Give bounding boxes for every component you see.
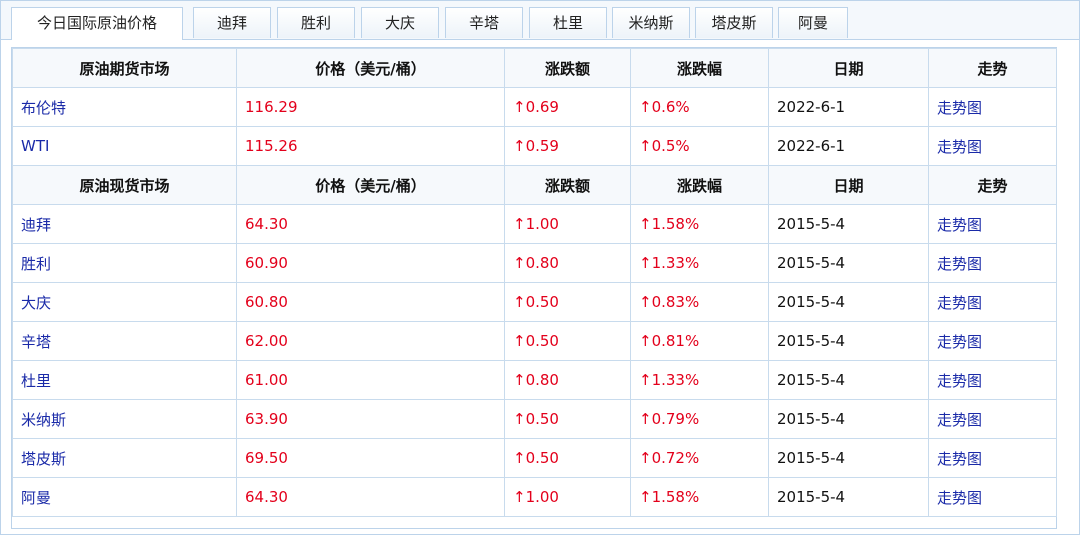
pct-cell: ↑1.33% bbox=[630, 243, 769, 283]
table-row: 阿曼 64.30 ↑1.00 ↑1.58% 2015-5-4 走势图 bbox=[12, 477, 1057, 517]
futures-change-header: 涨跌额 bbox=[504, 48, 631, 88]
pct-cell: ↑1.58% bbox=[630, 204, 769, 244]
date-cell: 2015-5-4 bbox=[768, 321, 929, 361]
pct-cell: ↑0.72% bbox=[630, 438, 769, 478]
trend-chart-link[interactable]: 走势图 bbox=[928, 87, 1057, 127]
market-name-link[interactable]: 胜利 bbox=[12, 243, 237, 283]
spot-change-header: 涨跌额 bbox=[504, 165, 631, 205]
tab-shengli[interactable]: 胜利 bbox=[277, 7, 355, 38]
futures-market-header: 原油期货市场 bbox=[12, 48, 237, 88]
table-row: 大庆 60.80 ↑0.50 ↑0.83% 2015-5-4 走势图 bbox=[12, 282, 1057, 322]
pct-cell: ↑0.5% bbox=[630, 126, 769, 166]
change-cell: ↑0.50 bbox=[504, 438, 631, 478]
tab-duli[interactable]: 杜里 bbox=[529, 7, 607, 38]
tab-minas[interactable]: 米纳斯 bbox=[612, 7, 690, 38]
tab-bar: 今日国际原油价格 迪拜 胜利 大庆 辛塔 杜里 米纳斯 塔皮斯 阿曼 bbox=[1, 1, 1079, 40]
market-name-link[interactable]: 布伦特 bbox=[12, 87, 237, 127]
futures-date-header: 日期 bbox=[768, 48, 929, 88]
table-row: 塔皮斯 69.50 ↑0.50 ↑0.72% 2015-5-4 走势图 bbox=[12, 438, 1057, 478]
futures-price-header: 价格（美元/桶） bbox=[236, 48, 505, 88]
market-name-link[interactable]: 阿曼 bbox=[12, 477, 237, 517]
price-cell: 115.26 bbox=[236, 126, 505, 166]
price-cell: 60.80 bbox=[236, 282, 505, 322]
price-cell: 63.90 bbox=[236, 399, 505, 439]
date-cell: 2015-5-4 bbox=[768, 360, 929, 400]
change-cell: ↑0.80 bbox=[504, 243, 631, 283]
price-cell: 64.30 bbox=[236, 204, 505, 244]
market-name-link[interactable]: 辛塔 bbox=[12, 321, 237, 361]
pct-cell: ↑0.6% bbox=[630, 87, 769, 127]
spot-date-header: 日期 bbox=[768, 165, 929, 205]
change-cell: ↑0.80 bbox=[504, 360, 631, 400]
date-cell: 2015-5-4 bbox=[768, 243, 929, 283]
trend-chart-link[interactable]: 走势图 bbox=[928, 243, 1057, 283]
tab-tapis[interactable]: 塔皮斯 bbox=[695, 7, 773, 38]
trend-chart-link[interactable]: 走势图 bbox=[928, 438, 1057, 478]
date-cell: 2022-6-1 bbox=[768, 126, 929, 166]
trend-chart-link[interactable]: 走势图 bbox=[928, 321, 1057, 361]
market-name-link[interactable]: 杜里 bbox=[12, 360, 237, 400]
table-row: 辛塔 62.00 ↑0.50 ↑0.81% 2015-5-4 走势图 bbox=[12, 321, 1057, 361]
pct-cell: ↑0.79% bbox=[630, 399, 769, 439]
change-cell: ↑0.50 bbox=[504, 321, 631, 361]
spot-trend-header: 走势 bbox=[928, 165, 1057, 205]
spot-price-header: 价格（美元/桶） bbox=[236, 165, 505, 205]
price-cell: 61.00 bbox=[236, 360, 505, 400]
price-cell: 60.90 bbox=[236, 243, 505, 283]
change-cell: ↑0.69 bbox=[504, 87, 631, 127]
table-row: 胜利 60.90 ↑0.80 ↑1.33% 2015-5-4 走势图 bbox=[12, 243, 1057, 283]
date-cell: 2015-5-4 bbox=[768, 438, 929, 478]
price-cell: 64.30 bbox=[236, 477, 505, 517]
trend-chart-link[interactable]: 走势图 bbox=[928, 399, 1057, 439]
trend-chart-link[interactable]: 走势图 bbox=[928, 204, 1057, 244]
date-cell: 2015-5-4 bbox=[768, 477, 929, 517]
futures-trend-header: 走势 bbox=[928, 48, 1057, 88]
change-cell: ↑1.00 bbox=[504, 477, 631, 517]
change-cell: ↑0.50 bbox=[504, 399, 631, 439]
date-cell: 2015-5-4 bbox=[768, 204, 929, 244]
trend-chart-link[interactable]: 走势图 bbox=[928, 477, 1057, 517]
futures-header-row: 原油期货市场 价格（美元/桶） 涨跌额 涨跌幅 日期 走势 bbox=[12, 48, 1057, 88]
tab-xinta[interactable]: 辛塔 bbox=[445, 7, 523, 38]
price-panel: 原油期货市场 价格（美元/桶） 涨跌额 涨跌幅 日期 走势 布伦特 116.29 ↑0.69 ↑0… bbox=[11, 47, 1057, 529]
spot-pct-header: 涨跌幅 bbox=[630, 165, 769, 205]
market-name-link[interactable]: 大庆 bbox=[12, 282, 237, 322]
futures-pct-header: 涨跌幅 bbox=[630, 48, 769, 88]
pct-cell: ↑1.33% bbox=[630, 360, 769, 400]
trend-chart-link[interactable]: 走势图 bbox=[928, 360, 1057, 400]
change-cell: ↑0.50 bbox=[504, 282, 631, 322]
table-row: 迪拜 64.30 ↑1.00 ↑1.58% 2015-5-4 走势图 bbox=[12, 204, 1057, 244]
market-name-link[interactable]: 米纳斯 bbox=[12, 399, 237, 439]
oil-price-widget: 今日国际原油价格 迪拜 胜利 大庆 辛塔 杜里 米纳斯 塔皮斯 阿曼 原油期货市… bbox=[0, 0, 1080, 535]
price-table: 原油期货市场 价格（美元/桶） 涨跌额 涨跌幅 日期 走势 布伦特 116.29 ↑0.69 ↑0… bbox=[12, 48, 1057, 517]
tab-today-oil-price[interactable]: 今日国际原油价格 bbox=[11, 7, 183, 40]
tab-dubai[interactable]: 迪拜 bbox=[193, 7, 271, 38]
market-name-link[interactable]: 迪拜 bbox=[12, 204, 237, 244]
tab-oman[interactable]: 阿曼 bbox=[778, 7, 848, 38]
price-cell: 62.00 bbox=[236, 321, 505, 361]
table-row: 布伦特 116.29 ↑0.69 ↑0.6% 2022-6-1 走势图 bbox=[12, 87, 1057, 127]
trend-chart-link[interactable]: 走势图 bbox=[928, 126, 1057, 166]
change-cell: ↑1.00 bbox=[504, 204, 631, 244]
date-cell: 2015-5-4 bbox=[768, 399, 929, 439]
pct-cell: ↑1.58% bbox=[630, 477, 769, 517]
tab-daqing[interactable]: 大庆 bbox=[361, 7, 439, 38]
price-cell: 69.50 bbox=[236, 438, 505, 478]
trend-chart-link[interactable]: 走势图 bbox=[928, 282, 1057, 322]
date-cell: 2015-5-4 bbox=[768, 282, 929, 322]
pct-cell: ↑0.83% bbox=[630, 282, 769, 322]
spot-header-row: 原油现货市场 价格（美元/桶） 涨跌额 涨跌幅 日期 走势 bbox=[12, 165, 1057, 205]
spot-market-header: 原油现货市场 bbox=[12, 165, 237, 205]
market-name-link[interactable]: WTI bbox=[12, 126, 237, 166]
market-name-link[interactable]: 塔皮斯 bbox=[12, 438, 237, 478]
table-row: 杜里 61.00 ↑0.80 ↑1.33% 2015-5-4 走势图 bbox=[12, 360, 1057, 400]
change-cell: ↑0.59 bbox=[504, 126, 631, 166]
date-cell: 2022-6-1 bbox=[768, 87, 929, 127]
pct-cell: ↑0.81% bbox=[630, 321, 769, 361]
table-row: WTI 115.26 ↑0.59 ↑0.5% 2022-6-1 走势图 bbox=[12, 126, 1057, 166]
table-row: 米纳斯 63.90 ↑0.50 ↑0.79% 2015-5-4 走势图 bbox=[12, 399, 1057, 439]
price-cell: 116.29 bbox=[236, 87, 505, 127]
